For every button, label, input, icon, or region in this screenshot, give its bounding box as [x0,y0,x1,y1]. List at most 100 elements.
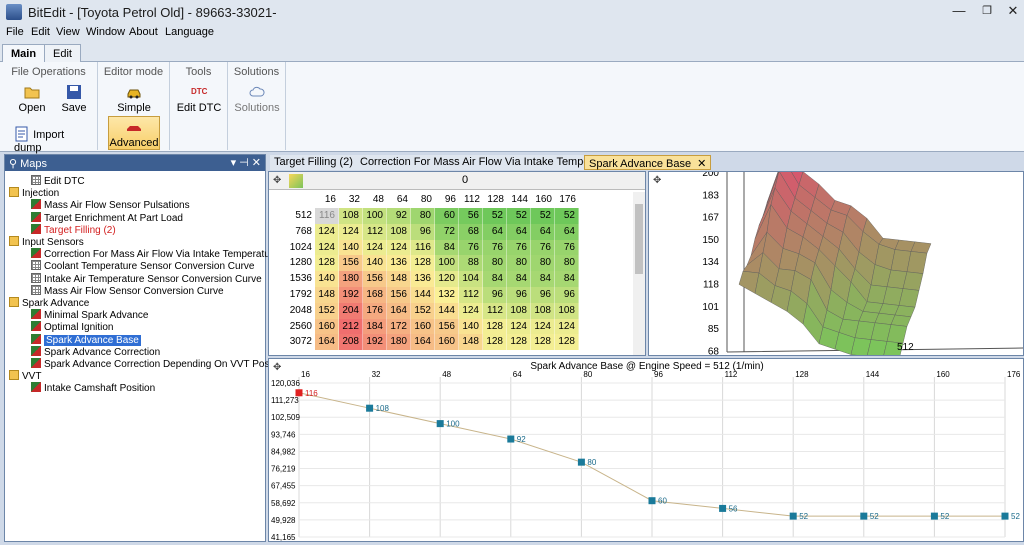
table-cell[interactable]: 144 [435,302,459,319]
table-cell[interactable]: 128 [555,334,579,351]
surface-plot[interactable]: 200 183 167 150 134 118 101 85 68 512 [649,172,1024,356]
table-cell[interactable]: 64 [483,223,507,240]
table-cell[interactable]: 128 [411,255,435,272]
table-cell[interactable]: 164 [387,302,411,319]
panel-pin-controls[interactable]: ▾ ⊣ ✕ [231,156,261,169]
tree-item[interactable]: Target Filling (2) [31,223,116,236]
simple-mode-button[interactable]: Simple [108,84,160,114]
table-cell[interactable]: 152 [411,302,435,319]
tree-item[interactable]: Intake Air Temperature Sensor Conversion… [31,272,262,285]
menu-about[interactable]: About [129,26,158,38]
table-cell[interactable]: 80 [507,255,531,272]
table-cell[interactable]: 96 [411,223,435,240]
table-cell[interactable]: 96 [531,287,555,303]
table-cell[interactable]: 68 [459,223,483,240]
table-cell[interactable]: 52 [531,208,555,224]
tree-item[interactable]: Spark Advance Correction Depending On VV… [31,358,288,370]
table-cell[interactable]: 76 [483,239,507,256]
tree-item[interactable]: Coolant Temperature Sensor Conversion Cu… [31,260,254,272]
tree-folder[interactable]: Injection [9,187,59,199]
table-cell[interactable]: 128 [483,318,507,335]
tab-spark-advance-base[interactable]: Spark Advance Base ✕ [584,155,712,170]
menu-window[interactable]: Window [86,26,125,38]
tree-folder[interactable]: Spark Advance [9,297,89,309]
table-cell[interactable]: 80 [411,208,435,224]
move-icon[interactable]: ✥ [653,176,663,186]
table-cell[interactable]: 124 [459,302,483,319]
table-cell[interactable]: 52 [507,208,531,224]
menu-file[interactable]: File [6,26,24,38]
tree-item[interactable]: Spark Advance Base [31,333,141,346]
table-cell[interactable]: 100 [435,255,459,272]
table-cell[interactable]: 120 [435,271,459,288]
table-cell[interactable]: 212 [339,318,363,335]
tree-folder[interactable]: Input Sensors [9,236,84,248]
tree-item[interactable]: Mass Air Flow Sensor Conversion Curve [31,284,224,297]
table-cell[interactable]: 112 [459,287,483,303]
import-dump-button[interactable]: Import dump [14,126,94,154]
table-cell[interactable]: 124 [507,318,531,335]
table-cell[interactable]: 144 [411,287,435,303]
table-cell[interactable]: 124 [531,318,555,335]
solutions-button[interactable]: Solutions [232,84,282,114]
table-cell[interactable]: 168 [363,287,387,303]
table-cell[interactable]: 96 [507,287,531,303]
table-cell[interactable]: 108 [555,302,579,319]
table-cell[interactable]: 76 [555,239,579,256]
table-cell[interactable]: 136 [387,255,411,272]
table-cell[interactable]: 124 [339,223,363,240]
table-cell[interactable]: 96 [555,287,579,303]
menu-view[interactable]: View [56,26,80,38]
table-cell[interactable]: 176 [363,302,387,319]
table-cell[interactable]: 148 [315,287,339,303]
move-icon[interactable]: ✥ [273,176,283,186]
table-cell[interactable]: 112 [363,223,387,240]
tree-item[interactable]: Mass Air Flow Sensor Pulsations [31,199,190,211]
table-cell[interactable]: 180 [387,334,411,351]
table-cell[interactable]: 84 [531,271,555,288]
close-button[interactable]: ✕ [1002,2,1024,22]
table-cell[interactable]: 208 [339,334,363,351]
table-cell[interactable]: 108 [507,302,531,319]
table-cell[interactable]: 84 [435,239,459,256]
table-cell[interactable]: 124 [387,239,411,256]
table-cell[interactable]: 108 [339,208,363,224]
table-cell[interactable]: 160 [435,334,459,351]
tree-item[interactable]: Spark Advance Correction [31,345,160,358]
table-cell[interactable]: 108 [531,302,555,319]
table-cell[interactable]: 148 [459,334,483,351]
table-cell[interactable]: 124 [363,239,387,256]
table-cell[interactable]: 76 [531,239,555,256]
tree-item[interactable]: Correction For Mass Air Flow Via Intake … [31,248,279,260]
table-cell[interactable]: 180 [339,271,363,288]
table-cell[interactable]: 152 [315,302,339,319]
table-cell[interactable]: 164 [315,334,339,351]
advanced-mode-button[interactable]: Advanced [108,116,160,150]
tab-target-filling[interactable]: Target Filling (2) [270,155,357,170]
table-cell[interactable]: 128 [483,334,507,351]
table-cell[interactable]: 108 [387,223,411,240]
table-cell[interactable]: 184 [363,318,387,335]
tab-main[interactable]: Main [2,44,46,63]
table-cell[interactable]: 156 [339,255,363,272]
table-cell[interactable]: 116 [315,208,339,224]
table-cell[interactable]: 116 [411,239,435,256]
table-cell[interactable]: 124 [555,318,579,335]
table-cell[interactable]: 100 [363,208,387,224]
table-cell[interactable]: 80 [531,255,555,272]
close-tab-icon[interactable]: ✕ [697,158,706,170]
table-cell[interactable]: 192 [363,334,387,351]
table-cell[interactable]: 204 [339,302,363,319]
table-cell[interactable]: 112 [483,302,507,319]
table-cell[interactable]: 80 [483,255,507,272]
menu-edit[interactable]: Edit [31,26,50,38]
edit-dtc-button[interactable]: DTC Edit DTC [176,84,222,114]
table-cell[interactable]: 128 [507,334,531,351]
table-cell[interactable]: 132 [435,287,459,303]
heatmap-icon[interactable] [289,174,303,188]
table-cell[interactable]: 64 [507,223,531,240]
table-cell[interactable]: 172 [387,318,411,335]
table-cell[interactable]: 80 [555,255,579,272]
table-cell[interactable]: 160 [315,318,339,335]
table-cell[interactable]: 60 [435,208,459,224]
